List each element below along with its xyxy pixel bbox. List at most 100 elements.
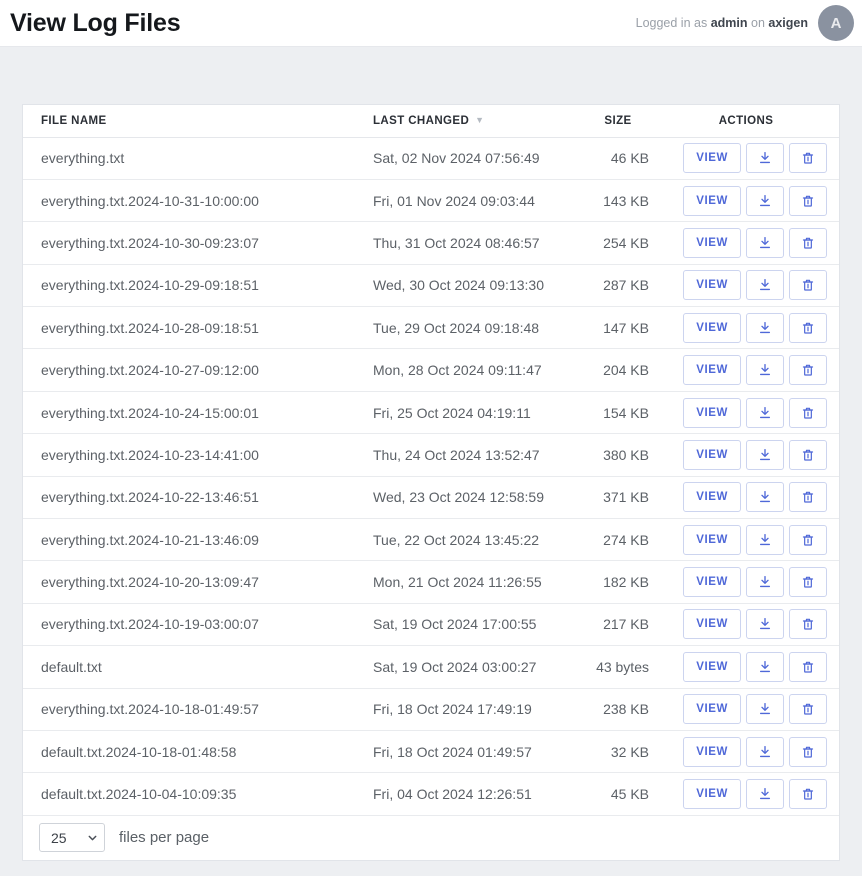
actions-cell: VIEW — [653, 730, 839, 772]
delete-button[interactable] — [789, 779, 827, 809]
download-button[interactable] — [746, 525, 784, 555]
top-bar: View Log Files Logged in as admin on axi… — [0, 0, 862, 47]
actions-group: VIEW — [653, 779, 827, 809]
view-button[interactable]: VIEW — [683, 779, 741, 809]
last-changed-cell: Sat, 02 Nov 2024 07:56:49 — [373, 137, 583, 179]
delete-button[interactable] — [789, 270, 827, 300]
delete-button[interactable] — [789, 567, 827, 597]
view-button[interactable]: VIEW — [683, 694, 741, 724]
column-header-last-changed[interactable]: LAST CHANGED▼ — [373, 105, 583, 137]
view-button[interactable]: VIEW — [683, 567, 741, 597]
login-conjunction: on — [751, 16, 765, 30]
column-header-file-name[interactable]: FILE NAME — [23, 105, 373, 137]
download-button[interactable] — [746, 186, 784, 216]
actions-cell: VIEW — [653, 561, 839, 603]
last-changed-cell: Mon, 28 Oct 2024 09:11:47 — [373, 349, 583, 391]
download-button[interactable] — [746, 482, 784, 512]
size-cell: 287 KB — [583, 264, 653, 306]
table-row: default.txt.2024-10-04-10:09:35 Fri, 04 … — [23, 773, 839, 815]
trash-icon — [800, 701, 816, 717]
download-button[interactable] — [746, 567, 784, 597]
download-button[interactable] — [746, 779, 784, 809]
download-icon — [757, 659, 773, 675]
download-button[interactable] — [746, 313, 784, 343]
download-button[interactable] — [746, 143, 784, 173]
last-changed-cell: Wed, 23 Oct 2024 12:58:59 — [373, 476, 583, 518]
actions-cell: VIEW — [653, 264, 839, 306]
view-button[interactable]: VIEW — [683, 652, 741, 682]
page-size-select-wrap: 25 — [39, 823, 105, 852]
delete-button[interactable] — [789, 482, 827, 512]
actions-group: VIEW — [653, 525, 827, 555]
file-name-cell: default.txt — [23, 646, 373, 688]
view-button[interactable]: VIEW — [683, 143, 741, 173]
file-name-cell: everything.txt.2024-10-21-13:46:09 — [23, 519, 373, 561]
view-button[interactable]: VIEW — [683, 228, 741, 258]
log-table-body: everything.txt Sat, 02 Nov 2024 07:56:49… — [23, 137, 839, 815]
delete-button[interactable] — [789, 737, 827, 767]
file-name-cell: everything.txt.2024-10-20-13:09:47 — [23, 561, 373, 603]
size-cell: 380 KB — [583, 434, 653, 476]
actions-cell: VIEW — [653, 434, 839, 476]
table-row: default.txt.2024-10-18-01:48:58 Fri, 18 … — [23, 730, 839, 772]
log-files-card: FILE NAME LAST CHANGED▼ SIZE ACTIONS eve… — [22, 104, 840, 861]
delete-button[interactable] — [789, 398, 827, 428]
delete-button[interactable] — [789, 143, 827, 173]
trash-icon — [800, 744, 816, 760]
delete-button[interactable] — [789, 609, 827, 639]
avatar[interactable]: A — [818, 5, 854, 41]
actions-group: VIEW — [653, 440, 827, 470]
last-changed-cell: Tue, 22 Oct 2024 13:45:22 — [373, 519, 583, 561]
download-button[interactable] — [746, 694, 784, 724]
view-button[interactable]: VIEW — [683, 525, 741, 555]
view-button[interactable]: VIEW — [683, 482, 741, 512]
view-button[interactable]: VIEW — [683, 398, 741, 428]
download-button[interactable] — [746, 440, 784, 470]
download-button[interactable] — [746, 609, 784, 639]
trash-icon — [800, 659, 816, 675]
last-changed-cell: Fri, 01 Nov 2024 09:03:44 — [373, 179, 583, 221]
actions-group: VIEW — [653, 355, 827, 385]
view-button[interactable]: VIEW — [683, 355, 741, 385]
delete-button[interactable] — [789, 355, 827, 385]
view-button[interactable]: VIEW — [683, 186, 741, 216]
last-changed-cell: Sat, 19 Oct 2024 03:00:27 — [373, 646, 583, 688]
actions-cell: VIEW — [653, 391, 839, 433]
download-button[interactable] — [746, 398, 784, 428]
delete-button[interactable] — [789, 525, 827, 555]
files-per-page-select[interactable]: 25 — [39, 823, 105, 852]
size-cell: 274 KB — [583, 519, 653, 561]
delete-button[interactable] — [789, 313, 827, 343]
delete-button[interactable] — [789, 652, 827, 682]
download-icon — [757, 616, 773, 632]
size-cell: 254 KB — [583, 222, 653, 264]
login-prefix: Logged in as — [636, 16, 708, 30]
download-button[interactable] — [746, 652, 784, 682]
file-name-cell: everything.txt — [23, 137, 373, 179]
download-button[interactable] — [746, 355, 784, 385]
file-name-cell: everything.txt.2024-10-30-09:23:07 — [23, 222, 373, 264]
download-button[interactable] — [746, 270, 784, 300]
size-cell: 182 KB — [583, 561, 653, 603]
view-button[interactable]: VIEW — [683, 609, 741, 639]
delete-button[interactable] — [789, 228, 827, 258]
table-row: everything.txt.2024-10-21-13:46:09 Tue, … — [23, 519, 839, 561]
download-icon — [757, 362, 773, 378]
view-button[interactable]: VIEW — [683, 737, 741, 767]
download-button[interactable] — [746, 228, 784, 258]
view-button[interactable]: VIEW — [683, 313, 741, 343]
view-button[interactable]: VIEW — [683, 440, 741, 470]
file-name-cell: everything.txt.2024-10-18-01:49:57 — [23, 688, 373, 730]
view-button[interactable]: VIEW — [683, 270, 741, 300]
table-row: everything.txt.2024-10-22-13:46:51 Wed, … — [23, 476, 839, 518]
delete-button[interactable] — [789, 440, 827, 470]
last-changed-cell: Fri, 18 Oct 2024 17:49:19 — [373, 688, 583, 730]
download-button[interactable] — [746, 737, 784, 767]
delete-button[interactable] — [789, 694, 827, 724]
column-header-size[interactable]: SIZE — [583, 105, 653, 137]
size-cell: 147 KB — [583, 307, 653, 349]
trash-icon — [800, 320, 816, 336]
file-name-cell: everything.txt.2024-10-24-15:00:01 — [23, 391, 373, 433]
download-icon — [757, 574, 773, 590]
delete-button[interactable] — [789, 186, 827, 216]
